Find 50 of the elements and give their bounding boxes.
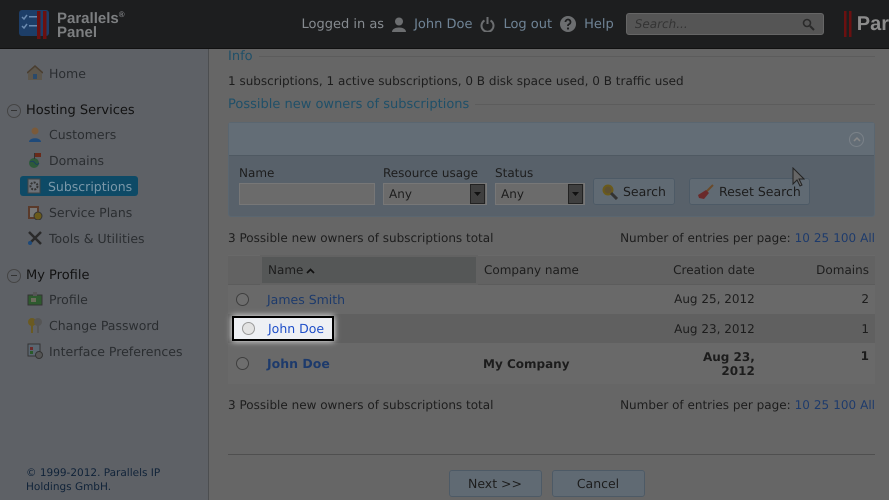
user-link[interactable]: John Doe bbox=[414, 16, 472, 32]
table-cell: Aug 23, 2012 bbox=[702, 350, 755, 378]
field-label: Name bbox=[239, 166, 276, 180]
sidebar-group-title[interactable]: My Profile bbox=[26, 268, 90, 283]
column-header[interactable]: Name bbox=[261, 256, 477, 284]
name-link[interactable]: James Smith bbox=[267, 292, 346, 307]
cancel-button[interactable]: Cancel bbox=[552, 470, 644, 497]
next-button[interactable]: Next >> bbox=[448, 470, 542, 497]
page-size-link[interactable]: 10 bbox=[794, 231, 810, 245]
table-cell: Aug 23, 2012 bbox=[674, 322, 755, 336]
sidebar-item[interactable]: Subscriptions bbox=[20, 176, 138, 196]
reset-search-button[interactable]: Reset Search bbox=[688, 178, 810, 205]
stats-text: 1 subscriptions, 1 active subscriptions, 0 B disk space used, 0 B traffic used bbox=[228, 74, 685, 88]
field-label: Resource usage bbox=[383, 166, 480, 180]
total-text: 3 Possible new owners of subscriptions total bbox=[228, 231, 494, 245]
section-title: Possible new owners of subscriptions bbox=[228, 97, 470, 112]
page-size-link[interactable]: All bbox=[860, 398, 875, 412]
per-page-label: Number of entries per page: bbox=[620, 398, 791, 412]
select-field[interactable]: Any bbox=[383, 183, 487, 205]
table-cell: My Company bbox=[483, 356, 570, 370]
page-size-link[interactable]: 25 bbox=[814, 398, 830, 412]
field-label: Status bbox=[495, 166, 534, 180]
search-button[interactable]: Search bbox=[593, 178, 675, 205]
brand-text: Par bbox=[856, 12, 889, 36]
logout-link[interactable]: Log out bbox=[503, 16, 552, 32]
page-size-link[interactable]: 100 bbox=[833, 231, 856, 245]
name-link[interactable]: John Doe bbox=[268, 321, 324, 336]
table-row[interactable]: James Smith Aug 25, 2012 2 bbox=[228, 284, 875, 314]
table-cell: Aug 25, 2012 bbox=[674, 292, 755, 306]
total-text: 3 Possible new owners of subscriptions total bbox=[228, 398, 494, 412]
name-link[interactable]: John Doe bbox=[267, 356, 330, 371]
logo-text: Parallels$^{®}$ Panel bbox=[57, 9, 125, 40]
page-size-link[interactable]: 25 bbox=[814, 231, 830, 245]
per-page-label: Number of entries per page: bbox=[620, 231, 791, 245]
table-cell: 2 bbox=[861, 292, 869, 306]
page-size-link[interactable]: 100 bbox=[833, 398, 856, 412]
logged-in-label: Logged in as bbox=[302, 16, 384, 32]
sidebar-group-title[interactable]: Hosting Services bbox=[26, 103, 135, 118]
table-row[interactable]: John Doe My Company Aug 23, 2012 1 bbox=[228, 343, 875, 384]
copyright-text: © 1999-2012. Parallels IP Holdings GmbH. bbox=[25, 466, 162, 495]
page-size-link[interactable]: 10 bbox=[794, 398, 810, 412]
column-header[interactable]: Company name bbox=[477, 256, 668, 284]
column-header[interactable]: Creation date bbox=[667, 256, 761, 284]
help-link[interactable]: Help bbox=[584, 16, 614, 32]
table-cell: 1 bbox=[860, 349, 869, 363]
page-size-link[interactable]: All bbox=[860, 231, 875, 245]
column-header[interactable]: Domains bbox=[760, 256, 875, 284]
table-cell: 1 bbox=[861, 322, 869, 336]
select-field[interactable]: Any bbox=[495, 183, 585, 205]
section-title: Info bbox=[228, 49, 253, 64]
